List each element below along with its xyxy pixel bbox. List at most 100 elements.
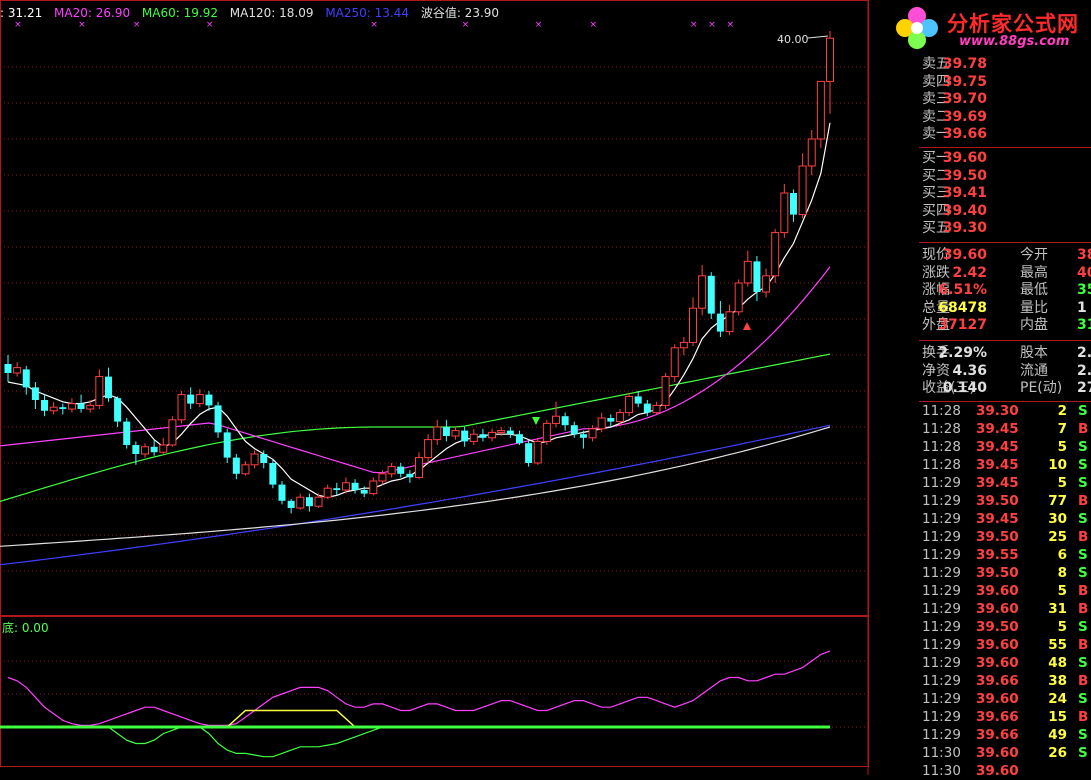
candle-body <box>369 480 378 495</box>
candle-body <box>232 457 240 474</box>
candle-body <box>753 261 761 292</box>
candle-body <box>424 439 433 459</box>
candle-body <box>698 275 707 309</box>
candle-body <box>296 496 305 509</box>
kline-chart[interactable]: 10.0012.0014.0016.0018.0020.0022.0024.00… <box>0 0 870 775</box>
oscillator-line <box>7 650 831 726</box>
signal-marker: × <box>14 20 22 30</box>
tick-row[interactable]: 11:29 39.66 15 B <box>919 708 1091 726</box>
tick-row[interactable]: 11:30 39.60 26 S <box>919 744 1091 762</box>
tick-row[interactable]: 11:29 39.50 8 S <box>919 564 1091 582</box>
signal-marker: × <box>206 20 214 30</box>
candle-body <box>734 282 743 313</box>
tick-side: B <box>1078 673 1089 689</box>
tick-row[interactable]: 11:28 39.45 10 S <box>919 456 1091 474</box>
tick-side: S <box>1078 565 1088 581</box>
quote-label: 内盘 <box>1020 317 1048 334</box>
tick-row[interactable]: 11:29 39.50 5 S <box>919 618 1091 636</box>
candle-body <box>104 376 112 399</box>
sub-frame <box>0 616 869 767</box>
plateau-line <box>226 709 356 728</box>
tick-volume: 31 <box>1048 601 1067 617</box>
candle-body <box>743 260 752 284</box>
ask-row: 卖四 39.75 <box>919 73 1091 91</box>
high-annotation-arrow <box>807 35 829 39</box>
tick-row[interactable]: 11:29 39.60 31 B <box>919 600 1091 618</box>
quote-label: 流通 <box>1020 362 1048 379</box>
indicator-legend: 底: 0.00 <box>2 621 49 635</box>
tick-side: S <box>1078 619 1088 635</box>
tick-time: 11:29 <box>922 565 961 581</box>
quote-value: 39.78 <box>942 56 987 72</box>
tick-volume: 49 <box>1048 727 1067 743</box>
tick-volume: 5 <box>1057 583 1067 599</box>
candle-body <box>31 387 39 400</box>
tick-time: 11:29 <box>922 709 961 725</box>
tick-volume: 30 <box>1048 511 1067 527</box>
tick-time: 11:29 <box>922 691 961 707</box>
tick-time: 11:29 <box>922 583 961 599</box>
candle-body <box>41 400 49 411</box>
candle-body <box>278 484 286 501</box>
tick-price: 39.45 <box>976 457 1019 473</box>
quote-value: 37127 <box>938 317 987 334</box>
chart-canvas[interactable]: 10.0012.0014.0016.0018.0020.0022.0024.00… <box>0 0 870 775</box>
candle-body <box>187 394 195 404</box>
tick-row[interactable]: 11:29 39.60 24 S <box>919 690 1091 708</box>
tick-row[interactable]: 11:29 39.50 25 B <box>919 528 1091 546</box>
quote-label: 今开 <box>1020 247 1048 263</box>
bid-row: 买三 39.41 <box>919 184 1091 202</box>
tick-row[interactable]: 11:28 39.45 7 B <box>919 420 1091 438</box>
tick-row[interactable]: 11:29 39.55 6 S <box>919 546 1091 564</box>
ma20-legend: MA20: 26.90 <box>54 6 131 20</box>
candle-body <box>241 464 250 475</box>
candle-body <box>570 425 578 435</box>
candle-body <box>95 376 104 406</box>
tick-side: B <box>1078 637 1089 653</box>
candle-body <box>643 403 651 413</box>
tick-volume: 7 <box>1057 421 1067 437</box>
tick-row[interactable]: 11:28 39.45 5 S <box>919 438 1091 456</box>
tick-row[interactable]: 11:29 39.45 30 S <box>919 510 1091 528</box>
quote-value: 27 <box>1077 380 1091 397</box>
quote-value: 39.60 <box>942 150 987 166</box>
quote-label: 最高 <box>1020 264 1048 281</box>
tick-row[interactable]: 11:29 39.45 5 S <box>919 474 1091 492</box>
candle-body <box>716 313 724 332</box>
tick-volume: 38 <box>1048 673 1067 689</box>
candle-body <box>205 394 213 406</box>
quote-value: 1 <box>1077 299 1087 316</box>
tick-row[interactable]: 11:29 39.60 55 B <box>919 636 1091 654</box>
tick-row[interactable]: 11:30 39.60 <box>919 762 1091 780</box>
candle-body <box>22 369 30 388</box>
tick-row[interactable]: 11:29 39.66 38 B <box>919 672 1091 690</box>
quote-label: 股本 <box>1020 345 1048 361</box>
quote-label: 最低 <box>1020 282 1048 299</box>
tick-row[interactable]: 11:29 39.50 77 B <box>919 492 1091 510</box>
tick-side: S <box>1078 655 1088 671</box>
tick-time: 11:29 <box>922 547 961 563</box>
quote-value: 68478 <box>938 299 987 316</box>
sell-signal-arrow-icon <box>743 322 751 330</box>
candle-body <box>707 275 715 314</box>
tick-time: 11:29 <box>922 727 961 743</box>
quote-value: 39.30 <box>942 220 987 237</box>
quote-value: 0.140 <box>942 380 987 397</box>
tick-row[interactable]: 11:29 39.66 49 S <box>919 726 1091 744</box>
bottom-line <box>71 726 392 758</box>
candle-body <box>798 165 807 216</box>
candle-body <box>479 434 487 438</box>
tick-row[interactable]: 11:28 39.30 2 S <box>919 402 1091 420</box>
stat-row: 换手2.29%股本2.9 <box>919 344 1091 362</box>
tick-time: 11:28 <box>922 403 961 419</box>
tick-time: 11:28 <box>922 457 961 473</box>
tick-volume: 5 <box>1057 439 1067 455</box>
candle-body <box>141 446 149 455</box>
candle-body <box>59 407 67 409</box>
tick-row[interactable]: 11:29 39.60 48 S <box>919 654 1091 672</box>
candle-body <box>789 193 797 215</box>
ma-legend: : 31.21 MA20: 26.90 MA60: 19.92 MA120: 1… <box>0 4 507 21</box>
tick-price: 39.45 <box>976 439 1019 455</box>
tick-row[interactable]: 11:29 39.60 5 B <box>919 582 1091 600</box>
buy-signal-arrow-icon <box>532 417 540 425</box>
